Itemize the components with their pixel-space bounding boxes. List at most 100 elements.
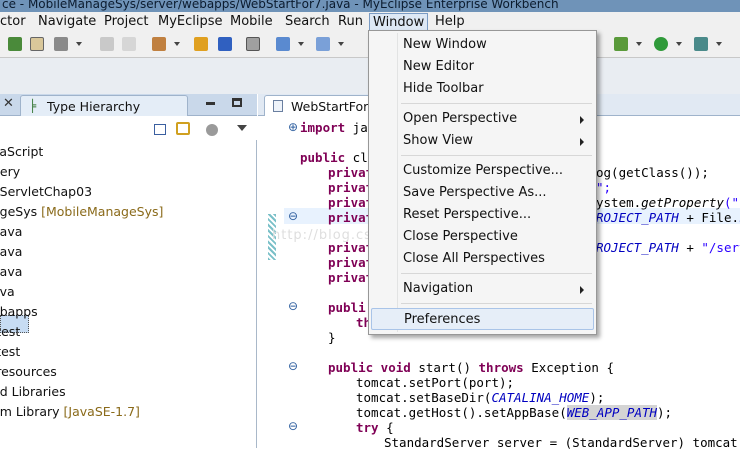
code-line-tail[interactable]: ROJECT_PATH + File.se — [596, 210, 740, 225]
menu-navigate[interactable]: Navigate — [38, 12, 96, 32]
hammer-icon[interactable] — [54, 37, 68, 51]
menu-search[interactable]: Search — [285, 12, 330, 32]
calendar-icon[interactable] — [246, 37, 260, 51]
menu-myeclipse[interactable]: MyEclipse — [158, 12, 223, 32]
menu-run[interactable]: Run — [338, 12, 363, 32]
code-line[interactable]: privat — [328, 210, 373, 225]
tree-item[interactable]: /resources — [0, 364, 57, 379]
collapse-icon[interactable]: ⊖ — [288, 299, 298, 313]
code-line[interactable]: tomcat.setBaseDir(CATALINA_HOME); — [356, 390, 604, 405]
minimize-icon[interactable] — [206, 102, 215, 105]
submenu-arrow-icon — [580, 138, 584, 146]
tree-item[interactable]: /test — [0, 344, 20, 359]
tree-item[interactable]: vaScript — [0, 144, 43, 159]
menu-separator — [401, 303, 592, 304]
tree-item[interactable]: /test — [0, 324, 20, 339]
code-line[interactable]: tomcat.setPort(port); — [356, 375, 514, 390]
code-line[interactable]: privat — [328, 255, 373, 270]
menu-item-save-perspective-as[interactable]: Save Perspective As... — [371, 182, 594, 204]
chevron-down-icon[interactable] — [298, 42, 304, 46]
code-line-tail[interactable]: og(getClass()); — [596, 165, 709, 180]
menu-item-close-perspective[interactable]: Close Perspective — [371, 226, 594, 248]
chevron-down-icon[interactable] — [716, 42, 722, 46]
code-line-tail[interactable]: ROJECT_PATH + "/serv — [596, 240, 740, 255]
menu-item-close-all-perspectives[interactable]: Close All Perspectives — [371, 248, 594, 270]
code-line[interactable]: privat — [328, 240, 373, 255]
menu-separator — [401, 155, 592, 156]
new-wizard-icon[interactable] — [8, 37, 22, 51]
tree-item[interactable]: ed Libraries — [0, 384, 66, 399]
server-icon[interactable] — [218, 37, 232, 51]
tree-item[interactable]: uery — [0, 164, 20, 179]
code-line[interactable]: privat — [328, 180, 373, 195]
chevron-down-icon[interactable] — [174, 42, 180, 46]
tab-webstartfor7[interactable]: WebStartFor7.j — [264, 95, 384, 116]
back-arrow-icon[interactable] — [100, 37, 114, 51]
focus-icon[interactable] — [206, 124, 218, 136]
menu-item-open-perspective[interactable]: Open Perspective — [371, 108, 594, 130]
deploy-icon[interactable] — [152, 37, 166, 51]
forward-arrow-icon[interactable] — [122, 37, 136, 51]
code-line[interactable]: publi — [328, 300, 366, 315]
menu-refactor[interactable]: ctor — [0, 12, 26, 32]
tree-item[interactable]: oServletChap03 — [0, 184, 92, 199]
open-type-icon[interactable] — [316, 37, 330, 51]
menu-item-show-view[interactable]: Show View — [371, 130, 594, 152]
code-line[interactable]: public void start() throws Exception { — [328, 360, 614, 375]
collapse-icon[interactable]: ⊖ — [288, 209, 298, 223]
tree-item[interactable]: ebapps — [0, 304, 38, 319]
tree-item-selected[interactable]: /java — [0, 224, 22, 239]
menu-item-hide-toolbar[interactable]: Hide Toolbar — [371, 78, 594, 100]
code-line[interactable]: public cla — [300, 150, 375, 165]
tree-item[interactable]: em Library [JavaSE-1.7] — [0, 404, 140, 419]
collapse-icon[interactable]: ⊖ — [288, 419, 298, 433]
view-menu-icon[interactable] — [237, 125, 247, 131]
external-tools-icon[interactable] — [694, 37, 708, 51]
window-menu-dropdown: New Window New Editor Hide Toolbar Open … — [368, 30, 597, 335]
menu-separator — [401, 103, 592, 104]
tree-item[interactable]: /java — [0, 244, 22, 259]
menu-item-reset-perspective[interactable]: Reset Perspective... — [371, 204, 594, 226]
chevron-down-icon[interactable] — [636, 42, 642, 46]
tab-type-hierarchy[interactable]: ╞ Type Hierarchy — [20, 95, 188, 116]
menu-item-customize-perspective[interactable]: Customize Perspective... — [371, 160, 594, 182]
code-line-tail[interactable]: ystem.getProperty("us — [596, 195, 740, 210]
menu-project[interactable]: Project — [104, 12, 148, 32]
tree-item[interactable]: ageSys [MobileManageSys] — [0, 204, 163, 219]
code-line[interactable]: tomcat.getHost().setAppBase(WEB_APP_PATH… — [356, 405, 672, 420]
code-line[interactable]: privat — [328, 195, 373, 210]
code-line[interactable]: privat — [328, 270, 373, 285]
run-icon[interactable] — [654, 37, 668, 51]
code-line[interactable]: privat — [328, 165, 373, 180]
hierarchy-icon: ╞ — [29, 99, 37, 113]
code-line[interactable]: import jav — [300, 120, 375, 135]
tree-item[interactable]: ava — [0, 284, 15, 299]
menu-mobile[interactable]: Mobile — [230, 12, 273, 32]
wizard-icon[interactable] — [276, 37, 290, 51]
code-line[interactable]: } — [328, 330, 336, 345]
menu-item-preferences[interactable]: Preferences — [371, 308, 594, 330]
close-icon[interactable]: ✕ — [3, 96, 14, 111]
change-marker — [268, 214, 276, 260]
code-line-tail[interactable]: "; — [596, 180, 611, 195]
menu-separator — [401, 273, 592, 274]
menu-item-navigation[interactable]: Navigation — [371, 278, 594, 300]
type-hierarchy-view: ✕ ╞ Type Hierarchy vaScript uery oServle… — [0, 94, 257, 448]
code-line[interactable]: try { — [356, 420, 394, 435]
expand-icon[interactable]: ⊕ — [288, 120, 298, 134]
link-with-editor-icon[interactable] — [176, 122, 190, 135]
toggle-icon[interactable] — [30, 37, 44, 51]
menu-item-new-window[interactable]: New Window — [371, 34, 594, 56]
chevron-down-icon[interactable] — [76, 42, 82, 46]
collapse-all-icon[interactable] — [154, 124, 166, 135]
debug-icon[interactable] — [614, 37, 628, 51]
package-icon[interactable] — [194, 37, 208, 51]
submenu-arrow-icon — [580, 286, 584, 294]
tree-item[interactable]: /java — [0, 264, 22, 279]
collapse-icon[interactable]: ⊖ — [288, 359, 298, 373]
maximize-icon[interactable] — [232, 98, 242, 107]
menu-help[interactable]: Help — [435, 12, 465, 32]
menu-item-new-editor[interactable]: New Editor — [371, 56, 594, 78]
chevron-down-icon[interactable] — [676, 42, 682, 46]
chevron-down-icon[interactable] — [338, 42, 344, 46]
